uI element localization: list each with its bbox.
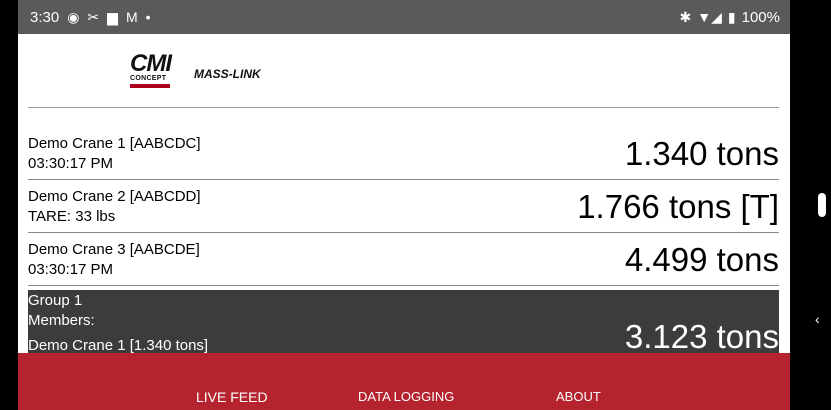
group-row[interactable]: Group 1 Members: Demo Crane 1 [1.340 ton…: [28, 290, 779, 360]
crane-row-2[interactable]: Demo Crane 2 [AABCDD] TARE: 33 lbs 1.766…: [28, 184, 779, 233]
signal-icon: ▼◢: [697, 9, 722, 25]
status-bar: 3:30 ◉ ✂ ▆ M • ✱ ▼◢ ▮ 100%: [18, 0, 790, 34]
group-weight: 3.123 tons: [624, 318, 779, 355]
crane-timestamp: 03:30:17 PM: [28, 155, 114, 172]
crane-timestamp: 03:30:17 PM: [28, 261, 114, 278]
crane-row-1[interactable]: Demo Crane 1 [AABCDC] 03:30:17 PM 1.340 …: [28, 131, 779, 180]
home-pill[interactable]: [818, 193, 826, 217]
status-right: ✱ ▼◢ ▮ 100%: [680, 0, 780, 34]
gmail-icon: M: [125, 9, 138, 25]
bottom-nav: LIVE FEED DATA LOGGING ABOUT: [18, 353, 790, 410]
crane-row-3[interactable]: Demo Crane 3 [AABCDE] 03:30:17 PM 4.499 …: [28, 237, 779, 286]
crane-name: Demo Crane 2 [AABCDD]: [28, 188, 201, 205]
tab-data-logging[interactable]: DATA LOGGING: [358, 389, 454, 404]
tab-about[interactable]: ABOUT: [556, 389, 601, 404]
group-name: Group 1: [28, 292, 83, 309]
cmi-logo-text: CMI: [130, 50, 172, 77]
app-screen: 3:30 ◉ ✂ ▆ M • ✱ ▼◢ ▮ 100% CMI CONCEPT M…: [18, 0, 790, 410]
battery-icon: ▮: [727, 9, 736, 25]
cmi-logo: CMI CONCEPT: [130, 52, 180, 88]
crane-name: Demo Crane 1 [AABCDC]: [28, 135, 201, 152]
notification-icon-3: ▆: [107, 9, 118, 25]
notification-icon-1: ◉: [67, 9, 80, 25]
header-divider: [28, 107, 779, 108]
crane-weight: 4.499 tons: [624, 241, 779, 278]
status-time: 3:30: [30, 8, 60, 26]
cmi-logo-sub: CONCEPT: [130, 75, 167, 82]
crane-weight: 1.766 tons [T]: [577, 188, 779, 225]
group-member: Demo Crane 1 [1.340 tons]: [28, 337, 209, 354]
cmi-logo-bar: [130, 84, 170, 88]
bluetooth-icon: ✱: [679, 9, 692, 25]
notification-icon-2: ✂: [87, 9, 100, 25]
logo-area: CMI CONCEPT MASS-LINK: [130, 50, 261, 90]
group-members-label: Members:: [28, 312, 95, 329]
status-left: 3:30 ◉ ✂ ▆ M •: [30, 0, 151, 34]
mass-link-logo: MASS-LINK: [194, 67, 261, 81]
crane-list: Demo Crane 1 [AABCDC] 03:30:17 PM 1.340 …: [28, 131, 779, 364]
crane-name: Demo Crane 3 [AABCDE]: [28, 241, 200, 258]
back-chevron-icon[interactable]: ‹: [815, 311, 820, 327]
battery-level: 100%: [741, 8, 780, 26]
crane-weight: 1.340 tons: [624, 135, 779, 172]
tab-live-feed[interactable]: LIVE FEED: [196, 389, 268, 405]
more-dot-icon: •: [145, 9, 151, 25]
crane-tare: TARE: 33 lbs: [28, 208, 116, 225]
